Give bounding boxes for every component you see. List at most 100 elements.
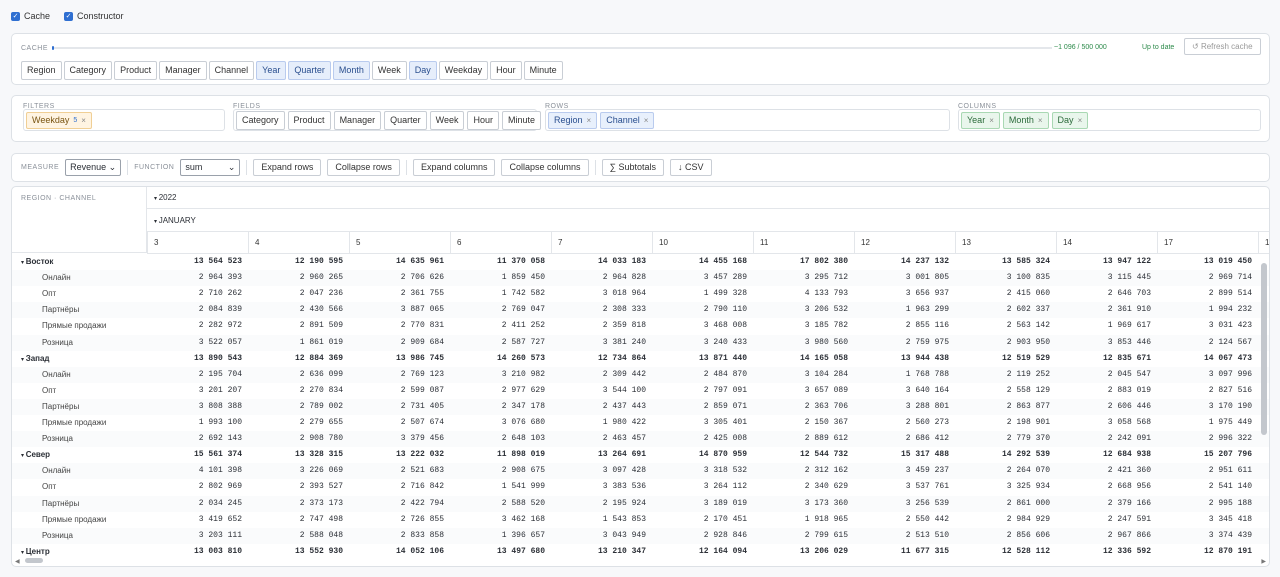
vertical-scrollbar[interactable] — [1261, 263, 1267, 435]
collapse-rows-button[interactable]: Collapse rows — [327, 159, 400, 176]
row-group-label[interactable]: ▾ Восток — [12, 254, 147, 270]
tag-year[interactable]: Year × — [961, 111, 1000, 129]
cache-dim-month-button[interactable]: Month — [332, 61, 370, 80]
row-group-label[interactable]: ▾ Север — [12, 447, 147, 463]
day-column-header[interactable]: 7 — [551, 232, 652, 254]
day-column-header[interactable]: 6 — [450, 232, 551, 254]
cache-progress-fill — [52, 46, 54, 50]
refresh-cache-button[interactable]: ↺ Refresh cache — [1184, 38, 1261, 55]
value-cell: 2 507 674 — [400, 418, 444, 427]
field-product[interactable]: Product — [287, 110, 331, 130]
day-column-header[interactable]: 10 — [652, 232, 753, 254]
cache-dim-hour-button[interactable]: Hour — [490, 61, 522, 80]
value-cell: 3 468 008 — [703, 321, 747, 331]
year-label: 2022 — [158, 193, 177, 202]
value-cell: 2 951 611 — [1208, 466, 1252, 476]
row-name: Опт — [42, 385, 57, 395]
tag-weekday[interactable]: Weekday 5 × — [26, 111, 92, 129]
tag-channel[interactable]: Channel × — [600, 111, 655, 129]
tag-region[interactable]: Region × — [548, 111, 598, 129]
row-name: Розница — [42, 337, 73, 347]
tag-day[interactable]: Day × — [1051, 111, 1089, 129]
value-cell: 1 963 299 — [905, 305, 949, 315]
day-column-header[interactable]: 13 — [955, 232, 1056, 254]
value-cell: 1 768 788 — [905, 369, 949, 379]
group-value-cell: 13 497 680 — [496, 546, 545, 556]
cache-dim-category-button[interactable]: Category — [63, 61, 113, 80]
filters-dropzone[interactable]: Weekday 5 × — [23, 109, 225, 131]
close-icon[interactable]: × — [989, 116, 994, 125]
cache-dim-minute-button[interactable]: Minute — [523, 61, 563, 80]
cache-dim-week-button[interactable]: Week — [371, 61, 407, 80]
year-header[interactable]: ▾ 2022 — [147, 187, 1269, 209]
constructor-checkbox[interactable]: ✓ Constructor — [64, 11, 124, 21]
cache-dim-year-button[interactable]: Year — [256, 61, 287, 80]
fields-dropzone[interactable]: Category Product Manager Quarter Week Hour Min… — [233, 109, 541, 131]
subtotals-button[interactable]: ∑ Subtotals — [601, 159, 664, 176]
value-cell: 2 889 612 — [804, 434, 848, 444]
tag-month[interactable]: Month × — [1002, 111, 1049, 129]
field-week[interactable]: Week — [429, 110, 465, 130]
value-cell: 2 282 972 — [198, 321, 242, 331]
close-icon[interactable]: × — [1078, 116, 1083, 125]
value-cell: 2 264 070 — [1006, 466, 1050, 476]
row-label: Прямые продажи — [12, 318, 147, 334]
day-column-header[interactable]: 17 — [1157, 232, 1258, 254]
collapse-columns-button[interactable]: Collapse columns — [501, 159, 589, 176]
cache-dim-region-button[interactable]: Region — [21, 61, 62, 80]
cache-dim-quarter-button[interactable]: Quarter — [288, 61, 331, 80]
csv-button[interactable]: ↓ CSV — [669, 159, 712, 176]
value-cell: 2 789 002 — [299, 401, 343, 411]
day-column-header[interactable]: 11 — [753, 232, 854, 254]
cache-dim-manager-button[interactable]: Manager — [159, 61, 207, 80]
day-column-header[interactable]: 12 — [854, 232, 955, 254]
value-cell: 2 855 116 — [905, 321, 949, 331]
field-quarter[interactable]: Quarter — [384, 110, 427, 130]
field-minute[interactable]: Minute — [501, 110, 541, 130]
close-icon[interactable]: × — [644, 116, 649, 125]
function-select[interactable]: sum ⌄ — [180, 159, 241, 176]
field-hour[interactable]: Hour — [467, 110, 499, 130]
cache-dim-channel-button[interactable]: Channel — [208, 61, 255, 80]
columns-dropzone[interactable]: Year × Month × Day × — [958, 109, 1261, 131]
rows-dropzone[interactable]: Region × Channel × — [545, 109, 950, 131]
group-value-cell: 13 585 324 — [1001, 257, 1050, 266]
group-value-cell: 15 207 796 — [1203, 450, 1252, 460]
divider — [246, 160, 248, 175]
value-cell: 2 379 166 — [1107, 498, 1151, 508]
scroll-left-icon[interactable]: ◀ — [15, 558, 20, 565]
day-column-header[interactable]: 5 — [349, 232, 450, 254]
group-value-cell: 17 802 380 — [799, 257, 848, 266]
field-category[interactable]: Category — [236, 110, 285, 130]
day-column-header[interactable]: 4 — [248, 232, 349, 254]
scroll-right-icon[interactable]: ▶ — [1261, 558, 1266, 565]
value-cell: 2 686 412 — [905, 434, 949, 444]
value-cell: 2 863 877 — [1006, 401, 1050, 411]
day-column-header[interactable]: 14 — [1056, 232, 1157, 254]
group-value-cell: 14 260 573 — [496, 353, 545, 363]
close-icon[interactable]: × — [81, 116, 86, 125]
value-cell: 2 247 591 — [1107, 514, 1151, 524]
cache-checkbox[interactable]: ✓ Cache — [11, 11, 50, 21]
month-header[interactable]: ▾ JANUARY — [147, 209, 1269, 232]
measure-select[interactable]: Revenue ⌄ — [65, 159, 122, 176]
cache-dim-day-button[interactable]: Day — [408, 61, 437, 80]
day-column-header[interactable]: 18 — [1258, 232, 1269, 254]
group-value-cell: 13 947 122 — [1102, 257, 1151, 266]
horizontal-scrollbar[interactable] — [25, 558, 43, 563]
close-icon[interactable]: × — [587, 116, 592, 125]
row-group-label[interactable]: ▾ Запад — [12, 351, 147, 367]
group-value-cell: 12 734 864 — [597, 353, 646, 363]
close-icon[interactable]: × — [1038, 116, 1043, 125]
cache-dim-product-button[interactable]: Product — [114, 61, 158, 80]
tag-label: Day — [1057, 115, 1074, 125]
field-manager[interactable]: Manager — [333, 110, 382, 130]
expand-columns-button[interactable]: Expand columns — [412, 159, 496, 176]
cache-count: ~1 096 / 500 000 — [1054, 44, 1107, 51]
cache-dim-weekday-button[interactable]: Weekday — [438, 61, 489, 80]
group-value-cell: 14 033 183 — [597, 257, 646, 266]
group-value-cell: 13 328 315 — [294, 450, 343, 460]
day-column-header[interactable]: 3 — [147, 232, 248, 254]
expand-rows-button[interactable]: Expand rows — [253, 159, 322, 176]
value-cell: 2 541 140 — [1208, 482, 1252, 492]
